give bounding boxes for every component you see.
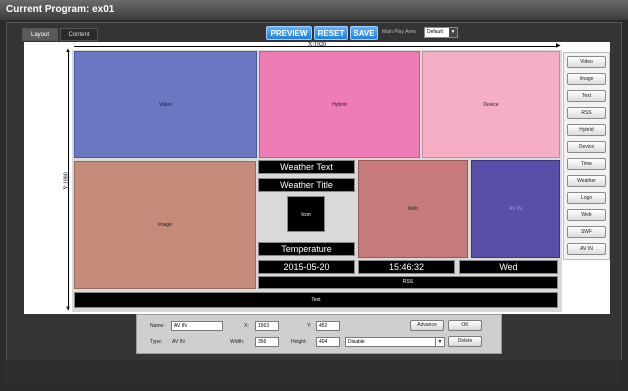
region-weather-title[interactable]: Weather Title bbox=[258, 178, 355, 192]
main-play-area-select[interactable]: Default ▼ bbox=[424, 27, 458, 38]
region-rss[interactable]: RSS bbox=[258, 276, 558, 289]
region-device-label: Device bbox=[483, 101, 499, 108]
x-label: X: bbox=[244, 323, 249, 329]
palette-device-button[interactable]: Device bbox=[567, 141, 606, 153]
region-weather-icon[interactable]: Icon bbox=[287, 196, 325, 232]
palette-av-in-button[interactable]: AV IN bbox=[567, 243, 606, 255]
region-date[interactable]: 2015-05-20 bbox=[258, 260, 355, 274]
tab-layout[interactable]: Layout bbox=[22, 28, 58, 41]
region-text[interactable]: Text bbox=[74, 292, 558, 308]
x-field[interactable]: 1563 bbox=[255, 321, 279, 331]
y-field[interactable]: 452 bbox=[316, 321, 340, 331]
advance-button[interactable]: Advance bbox=[410, 320, 444, 331]
region-web-label: Web bbox=[407, 206, 419, 212]
region-time[interactable]: 15:46:32 bbox=[358, 260, 455, 274]
palette-weather-button[interactable]: Weather bbox=[567, 175, 606, 187]
main-play-area-label: Main Play Area bbox=[382, 29, 416, 35]
palette-logo-button[interactable]: Logo bbox=[567, 192, 606, 204]
x-dimension-label: X:1920 bbox=[308, 42, 326, 48]
type-value: AV IN bbox=[172, 339, 185, 345]
region-image[interactable]: Image bbox=[74, 161, 256, 289]
window-title: Current Program: ex01 bbox=[0, 0, 628, 20]
region-day[interactable]: Wed bbox=[459, 260, 558, 274]
palette-swf-button[interactable]: SWF bbox=[567, 226, 606, 238]
save-button[interactable]: SAVE bbox=[350, 26, 378, 40]
state-select-value: Disable bbox=[348, 339, 365, 345]
region-video[interactable]: Video bbox=[74, 51, 257, 158]
chevron-down-icon: ▼ bbox=[449, 28, 457, 37]
palette-time-button[interactable]: Time bbox=[567, 158, 606, 170]
reset-button[interactable]: RESET bbox=[314, 26, 348, 40]
state-select[interactable]: Disable ▼ bbox=[345, 337, 445, 347]
y-arrow-down-icon: ▼ bbox=[65, 306, 71, 312]
region-web[interactable]: Web bbox=[358, 160, 468, 258]
properties-panel bbox=[136, 314, 502, 354]
region-av-in-label: AV IN bbox=[509, 206, 522, 212]
ok-button[interactable]: OK bbox=[448, 320, 482, 331]
preview-button[interactable]: PREVIEW bbox=[266, 26, 312, 40]
region-video-label: Video bbox=[159, 101, 172, 108]
y-arrow-up-icon: ▲ bbox=[65, 48, 71, 54]
type-label: Type: bbox=[150, 339, 163, 345]
x-arrow-icon: ▶ bbox=[556, 43, 561, 49]
main-play-area-value: Default bbox=[427, 29, 443, 35]
y-dimension-label: Y:1080 bbox=[63, 172, 70, 190]
y-label: Y: bbox=[307, 323, 312, 329]
region-hybrid[interactable]: Hybrid bbox=[259, 51, 420, 158]
name-label: Name: bbox=[150, 323, 165, 329]
palette-text-button[interactable]: Text bbox=[567, 90, 606, 102]
palette-video-button[interactable]: Video bbox=[567, 56, 606, 68]
region-hybrid-label: Hybrid bbox=[332, 101, 347, 108]
region-temperature[interactable]: Temperature bbox=[258, 242, 355, 256]
palette-image-button[interactable]: Image bbox=[567, 73, 606, 85]
width-field[interactable]: 356 bbox=[255, 337, 279, 347]
height-label: Height: bbox=[291, 339, 307, 345]
region-image-label: Image bbox=[158, 222, 172, 228]
height-field[interactable]: 404 bbox=[316, 337, 340, 347]
width-label: Width: bbox=[230, 339, 245, 345]
chevron-down-icon: ▼ bbox=[435, 338, 444, 346]
delete-button[interactable]: Delete bbox=[448, 336, 482, 347]
status-strip bbox=[6, 360, 622, 384]
name-field[interactable]: AV IN bbox=[171, 321, 223, 331]
palette-web-button[interactable]: Web bbox=[567, 209, 606, 221]
palette-rss-button[interactable]: RSS bbox=[567, 107, 606, 119]
palette-hybrid-button[interactable]: Hybrid bbox=[567, 124, 606, 136]
tab-content[interactable]: Content bbox=[60, 28, 98, 41]
region-av-in[interactable]: AV IN bbox=[471, 160, 560, 258]
region-weather-text[interactable]: Weather Text bbox=[258, 160, 355, 174]
region-device[interactable]: Device bbox=[422, 51, 560, 158]
